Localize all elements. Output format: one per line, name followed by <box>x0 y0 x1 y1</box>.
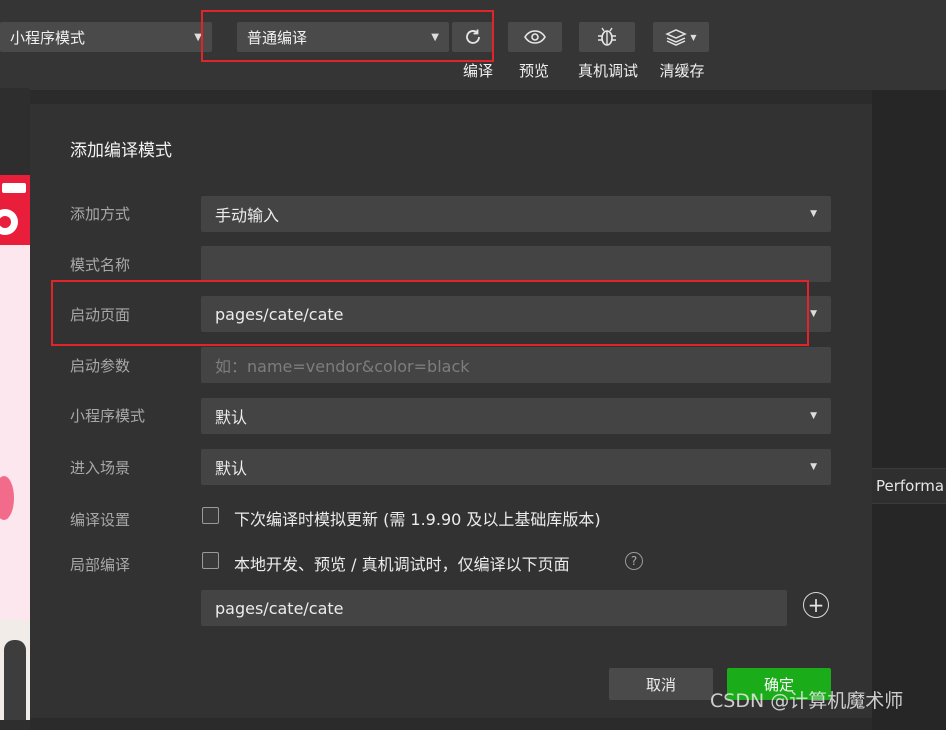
partial-compile-text: 本地开发、预览 / 真机调试时，仅编译以下页面 <box>234 555 570 574</box>
caret-down-icon: ▼ <box>810 462 817 472</box>
add-method-label: 添加方式 <box>70 205 131 223</box>
compile-settings-label: 编译设置 <box>70 511 131 529</box>
compile-label: 编译 <box>462 62 493 80</box>
launch-page-highlight-box <box>51 280 809 346</box>
partial-compile-label: 局部编译 <box>70 556 131 574</box>
remote-debug-label: 真机调试 <box>577 62 638 80</box>
simulate-update-text: 下次编译时模拟更新 (需 1.9.90 及以上基础库版本) <box>234 510 601 529</box>
launch-params-placeholder: 如：name=vendor&color=black <box>215 357 470 376</box>
miniprogram-mode-label: 小程序模式 <box>70 407 146 425</box>
tab-performance-label: Performa <box>876 477 945 495</box>
plus-icon: + <box>807 593 825 617</box>
remote-debug-button[interactable] <box>579 22 635 52</box>
eye-icon <box>524 30 546 44</box>
mode-name-label: 模式名称 <box>70 256 131 274</box>
miniprogram-mode-value: 默认 <box>215 408 248 427</box>
simulate-update-checkbox[interactable] <box>202 507 219 524</box>
mode-select[interactable]: 小程序模式 ▼ <box>0 22 212 52</box>
clear-cache-button[interactable]: ▼ <box>653 22 709 52</box>
launch-params-input[interactable]: 如：name=vendor&color=black <box>201 347 831 383</box>
caret-down-icon: ▼ <box>690 32 697 42</box>
add-method-value: 手动输入 <box>215 206 280 225</box>
scene-label: 进入场景 <box>70 459 131 477</box>
mode-select-value: 小程序模式 <box>10 28 86 47</box>
simulator-header <box>0 175 30 245</box>
tab-performance[interactable]: Performa <box>872 468 946 504</box>
caret-down-icon: ▼ <box>810 411 817 421</box>
add-page-button[interactable]: + <box>803 592 829 618</box>
devtools-panel <box>872 90 946 730</box>
bug-icon <box>598 27 616 46</box>
cancel-button[interactable]: 取消 <box>609 668 713 700</box>
help-icon[interactable]: ? <box>625 552 643 570</box>
preview-label: 预览 <box>518 62 549 80</box>
record-icon <box>0 209 18 235</box>
caret-down-icon: ▼ <box>810 209 817 219</box>
partial-compile-checkbox[interactable] <box>202 552 219 569</box>
dialog-title: 添加编译模式 <box>70 141 172 161</box>
compile-highlight-box <box>201 10 494 62</box>
battery-icon <box>2 183 26 193</box>
partial-compile-page-value: pages/cate/cate <box>215 598 344 618</box>
watermark: CSDN @计算机魔术师 <box>710 690 904 712</box>
add-method-select[interactable]: 手动输入 ▼ <box>201 196 831 232</box>
mode-name-input[interactable] <box>201 246 831 282</box>
scene-value: 默认 <box>215 459 248 478</box>
simulator-product-image <box>0 620 30 720</box>
preview-button[interactable] <box>508 22 562 52</box>
launch-params-label: 启动参数 <box>70 357 131 375</box>
partial-compile-page-input[interactable]: pages/cate/cate <box>201 590 787 626</box>
clear-cache-label: 清缓存 <box>659 62 705 80</box>
layers-icon <box>665 29 688 46</box>
scene-select[interactable]: 默认 ▼ <box>201 449 831 485</box>
caret-down-icon: ▼ <box>810 309 817 319</box>
miniprogram-mode-select[interactable]: 默认 ▼ <box>201 398 831 434</box>
